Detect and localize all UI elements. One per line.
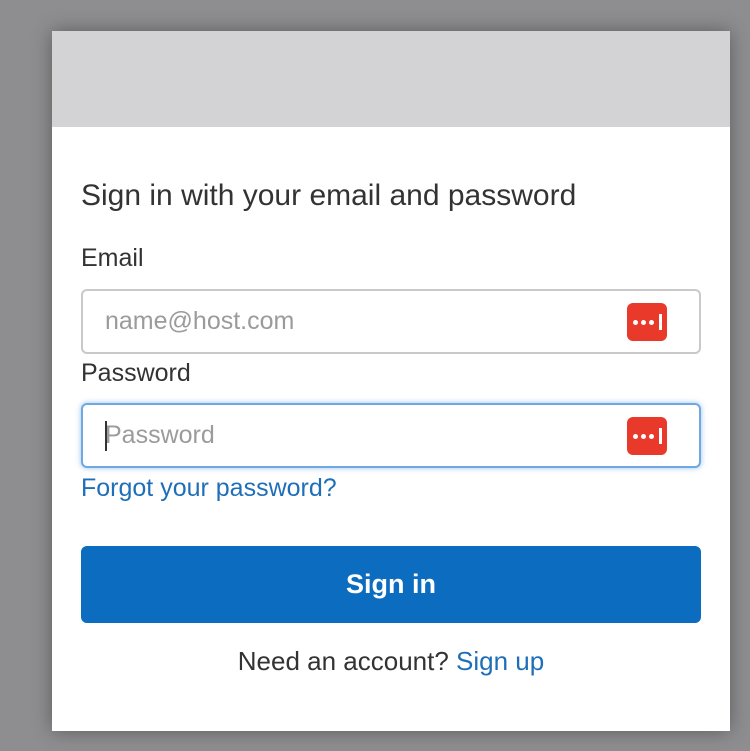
email-field-container <box>81 289 701 354</box>
signup-link[interactable]: Sign up <box>456 646 544 676</box>
email-label: Email <box>81 244 144 272</box>
form-heading: Sign in with your email and password <box>81 179 577 212</box>
forgot-password-link[interactable]: Forgot your password? <box>81 474 337 503</box>
password-manager-icon[interactable] <box>627 417 667 455</box>
password-label: Password <box>81 359 191 387</box>
password-field-container <box>81 403 701 468</box>
signup-prompt-text: Need an account? <box>237 646 449 676</box>
signin-dialog: Sign in with your email and password Ema… <box>52 31 730 731</box>
header-banner <box>52 31 730 127</box>
signup-prompt: Need an account? Sign up <box>52 646 730 677</box>
signin-button[interactable]: Sign in <box>81 546 701 623</box>
text-caret <box>105 421 107 451</box>
password-field[interactable] <box>105 405 605 466</box>
email-field[interactable] <box>105 291 605 352</box>
password-manager-icon[interactable] <box>627 303 667 341</box>
